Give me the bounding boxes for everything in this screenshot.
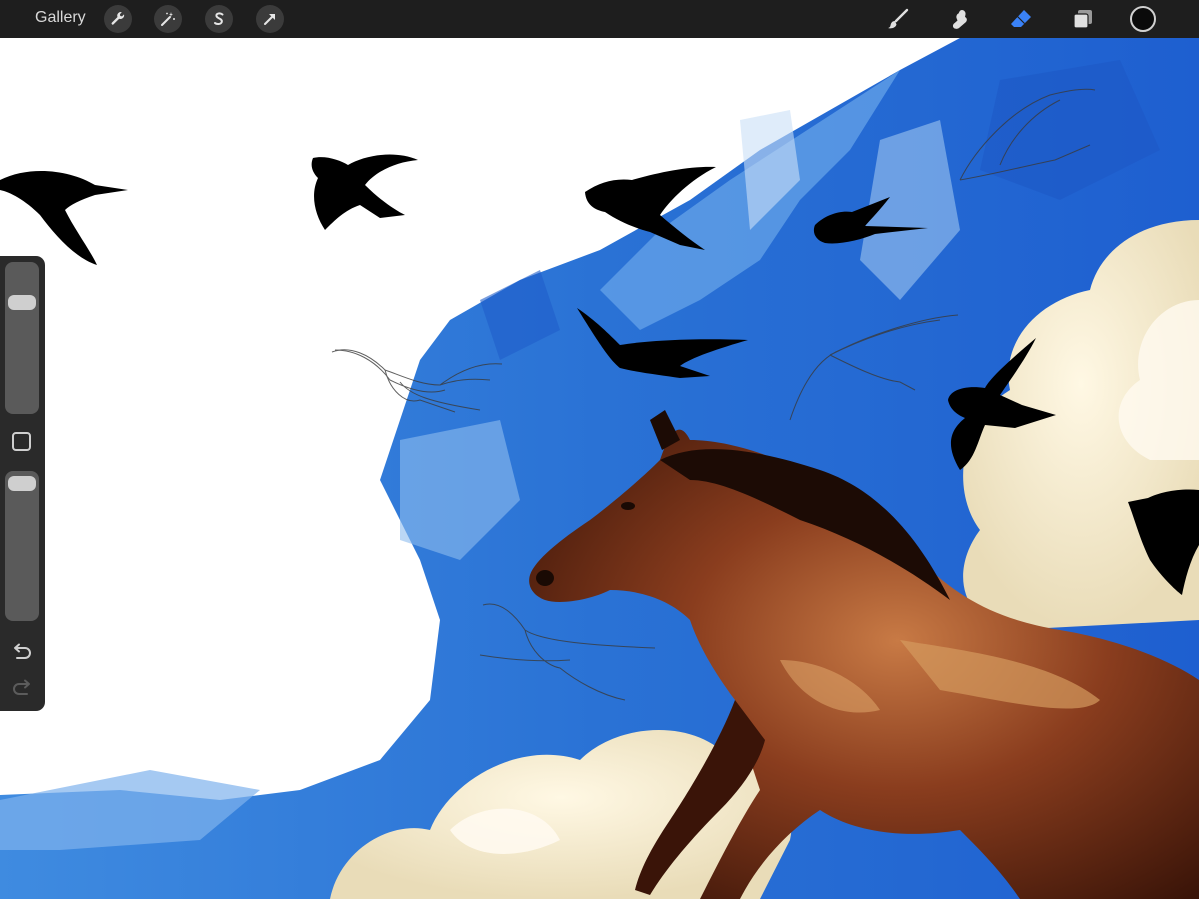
selection-button[interactable]	[205, 5, 233, 33]
opacity-slider[interactable]	[5, 471, 39, 621]
transform-arrow-icon	[264, 14, 275, 25]
redo-button[interactable]	[11, 676, 33, 698]
wrench-icon	[111, 12, 125, 25]
layers-button[interactable]	[1069, 5, 1097, 33]
drawing-canvas[interactable]	[0, 38, 1199, 899]
opacity-thumb[interactable]	[8, 476, 36, 491]
gallery-button[interactable]: Gallery	[35, 9, 86, 27]
artwork	[0, 38, 1199, 899]
smudge-icon	[952, 10, 967, 29]
eraser-tool-button[interactable]	[1007, 5, 1035, 33]
actions-button[interactable]	[104, 5, 132, 33]
brush-size-thumb[interactable]	[8, 294, 36, 310]
brush-size-slider[interactable]	[5, 262, 39, 414]
modify-button[interactable]	[12, 432, 31, 451]
magic-wand-icon	[161, 12, 175, 26]
adjustments-button[interactable]	[154, 5, 182, 33]
brush-icon	[888, 8, 909, 29]
top-toolbar: Gallery	[0, 0, 1199, 38]
left-sidebar	[0, 256, 45, 711]
eraser-icon	[1011, 10, 1031, 27]
color-picker-button[interactable]	[1130, 6, 1156, 32]
smudge-tool-button[interactable]	[946, 5, 974, 33]
paint-tool-button[interactable]	[884, 5, 912, 33]
transform-button[interactable]	[256, 5, 284, 33]
selection-s-icon	[214, 12, 224, 25]
layers-icon	[1073, 10, 1092, 29]
undo-button[interactable]	[11, 640, 33, 662]
